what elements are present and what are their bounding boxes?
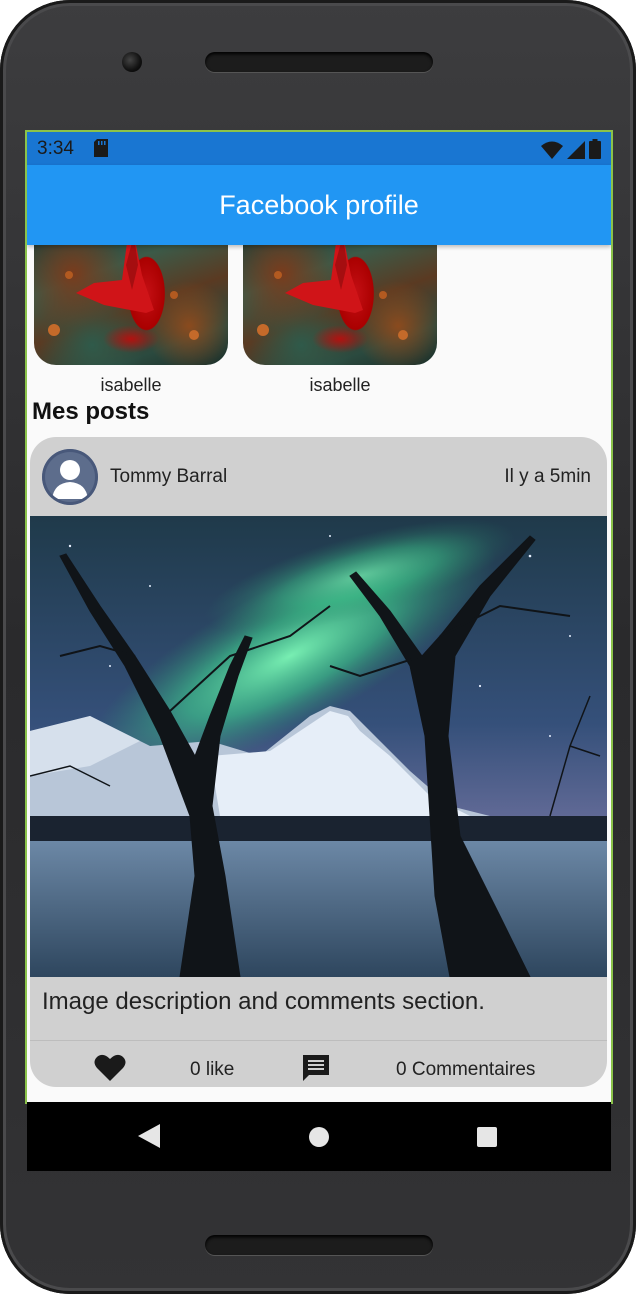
bottom-speaker: [205, 1235, 433, 1255]
friend-card[interactable]: isabelle: [243, 245, 437, 396]
profile-content[interactable]: isabelle isabelle Mes posts Tommy Barral…: [27, 245, 611, 1102]
friend-photo[interactable]: [34, 245, 228, 365]
post-card[interactable]: Tommy Barral Il y a 5min Image descripti…: [30, 437, 607, 1087]
post-description: Image description and comments section.: [42, 988, 485, 1015]
wifi-icon: [541, 141, 563, 159]
home-icon[interactable]: [309, 1127, 329, 1147]
top-speaker: [205, 52, 433, 72]
post-header: Tommy Barral Il y a 5min: [30, 437, 607, 517]
comment-icon[interactable]: [301, 1053, 331, 1083]
signal-icon: [567, 141, 585, 159]
friend-card[interactable]: isabelle: [34, 245, 228, 396]
heart-icon[interactable]: [94, 1053, 126, 1081]
back-icon[interactable]: [138, 1124, 160, 1148]
sd-card-icon: [94, 139, 108, 157]
page-title: Facebook profile: [219, 189, 419, 220]
comment-count[interactable]: 0 Commentaires: [396, 1059, 535, 1081]
status-time: 3:34: [37, 138, 74, 159]
friend-name: isabelle: [309, 375, 371, 395]
post-actions: 0 like 0 Commentaires: [30, 1041, 607, 1087]
status-icons: [541, 139, 601, 159]
posts-section-title: Mes posts: [32, 398, 150, 425]
avatar[interactable]: [42, 449, 98, 505]
recent-apps-icon[interactable]: [477, 1127, 497, 1147]
phone-frame: 3:34 Facebook profile isabelle isabelle …: [0, 0, 636, 1294]
post-author[interactable]: Tommy Barral: [110, 466, 227, 488]
status-bar: 3:34: [27, 132, 611, 165]
post-image[interactable]: [30, 516, 607, 977]
friend-photo[interactable]: [243, 245, 437, 365]
battery-icon: [589, 139, 601, 159]
friend-name: isabelle: [100, 375, 162, 395]
screen: 3:34 Facebook profile isabelle isabelle …: [25, 130, 613, 1104]
like-count[interactable]: 0 like: [190, 1059, 234, 1081]
app-bar: Facebook profile: [27, 165, 611, 245]
post-time: Il y a 5min: [504, 466, 591, 487]
navigation-bar: [27, 1102, 611, 1171]
front-camera: [122, 52, 142, 72]
